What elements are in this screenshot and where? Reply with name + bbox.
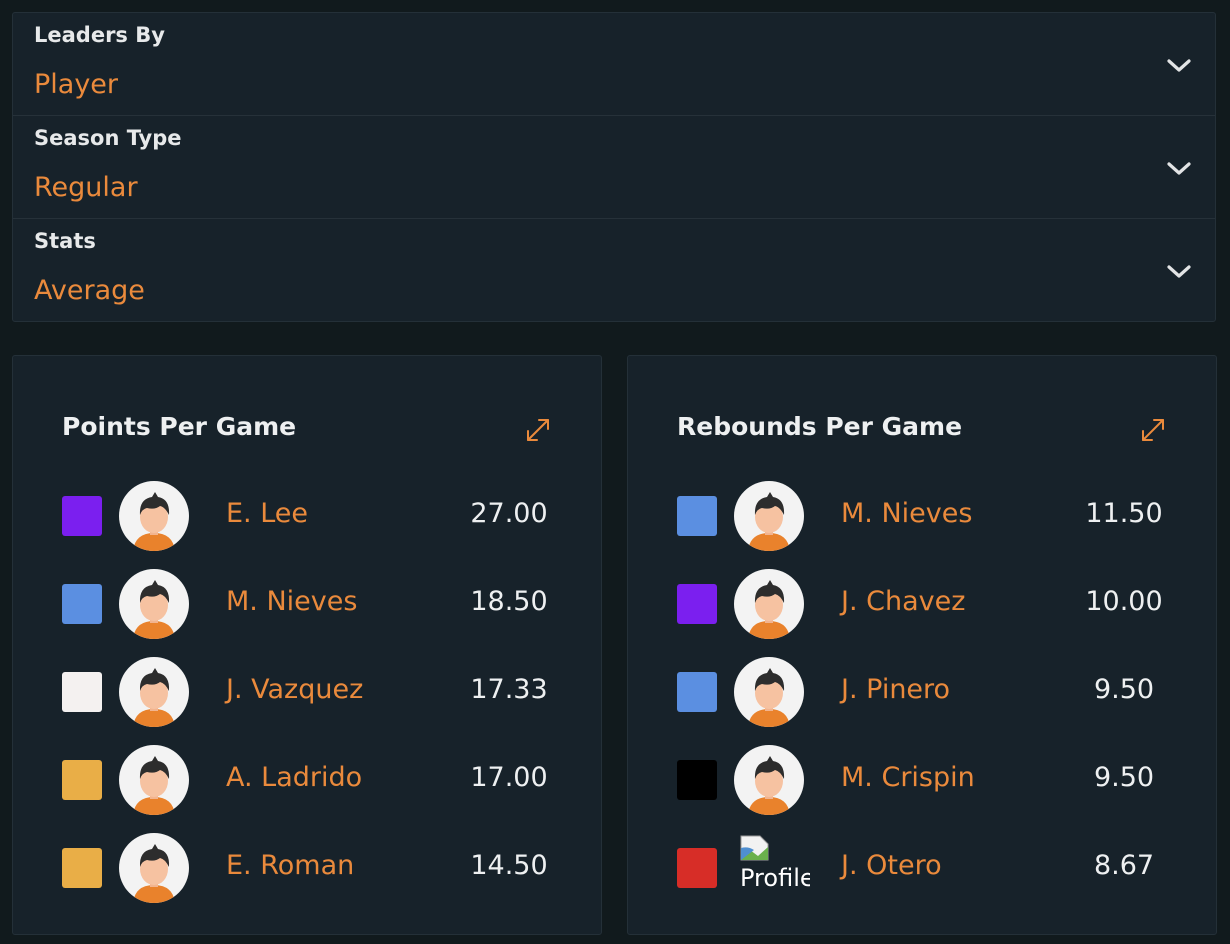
team-color-swatch	[62, 672, 102, 712]
leader-row[interactable]: M. Nieves 18.50	[13, 564, 601, 644]
default-avatar-icon	[734, 569, 804, 639]
team-color-swatch	[62, 848, 102, 888]
stats-select[interactable]: Stats Average	[13, 219, 1215, 322]
card-title: Rebounds Per Game	[677, 412, 963, 441]
stat-value: 9.50	[1093, 762, 1155, 793]
player-name[interactable]: E. Roman	[226, 850, 354, 881]
team-color-swatch	[677, 848, 717, 888]
leader-row[interactable]: J. Vazquez 17.33	[13, 652, 601, 732]
leader-row[interactable]: E. Roman 14.50	[13, 828, 601, 908]
player-name[interactable]: M. Nieves	[841, 498, 972, 529]
player-name[interactable]: M. Nieves	[226, 586, 357, 617]
stat-value: 18.50	[470, 586, 548, 617]
chevron-down-icon[interactable]	[1165, 156, 1193, 180]
default-avatar-icon	[734, 657, 804, 727]
stat-value: 14.50	[470, 850, 548, 881]
stat-value: 17.00	[470, 762, 548, 793]
leader-row[interactable]: J. Chavez 10.00	[628, 564, 1216, 644]
leader-row[interactable]: M. Nieves 11.50	[628, 476, 1216, 556]
team-color-swatch	[677, 584, 717, 624]
card-title: Points Per Game	[62, 412, 297, 441]
chevron-down-icon[interactable]	[1165, 53, 1193, 77]
leader-row[interactable]: Profile J. Otero 8.67	[628, 828, 1216, 908]
team-color-swatch	[62, 760, 102, 800]
stat-value: 9.50	[1093, 674, 1155, 705]
avatar-alt-text: Profile	[740, 864, 810, 892]
leader-row[interactable]: M. Crispin 9.50	[628, 740, 1216, 820]
default-avatar-icon	[734, 745, 804, 815]
default-avatar-icon	[119, 657, 189, 727]
filter-value: Average	[34, 275, 145, 306]
default-avatar-icon	[119, 569, 189, 639]
player-name[interactable]: E. Lee	[226, 498, 308, 529]
filter-label: Leaders By	[34, 23, 165, 47]
player-name[interactable]: J. Chavez	[841, 586, 965, 617]
stat-value: 10.00	[1085, 586, 1163, 617]
points-per-game-card: Points Per Game E. Lee 27.00 M. Nieves 1…	[12, 355, 602, 935]
expand-icon[interactable]	[524, 416, 552, 444]
team-color-swatch	[677, 672, 717, 712]
broken-image-icon: Profile	[738, 834, 810, 904]
expand-icon[interactable]	[1139, 416, 1167, 444]
team-color-swatch	[677, 760, 717, 800]
player-name[interactable]: J. Otero	[841, 850, 942, 881]
filters-panel: Leaders By Player Season Type Regular St…	[12, 12, 1216, 322]
player-name[interactable]: A. Ladrido	[226, 762, 362, 793]
leaders-by-select[interactable]: Leaders By Player	[13, 13, 1215, 116]
filter-label: Season Type	[34, 126, 182, 150]
default-avatar-icon	[119, 833, 189, 903]
rebounds-per-game-card: Rebounds Per Game M. Nieves 11.50 J. Cha…	[627, 355, 1217, 935]
filter-value: Regular	[34, 172, 138, 203]
filter-label: Stats	[34, 229, 96, 253]
stat-value: 17.33	[470, 674, 548, 705]
player-name[interactable]: M. Crispin	[841, 762, 975, 793]
player-name[interactable]: J. Pinero	[841, 674, 950, 705]
default-avatar-icon	[734, 481, 804, 551]
leader-row[interactable]: A. Ladrido 17.00	[13, 740, 601, 820]
default-avatar-icon	[119, 745, 189, 815]
chevron-down-icon[interactable]	[1165, 259, 1193, 283]
stat-value: 27.00	[470, 498, 548, 529]
player-name[interactable]: J. Vazquez	[226, 674, 363, 705]
stat-value: 11.50	[1085, 498, 1163, 529]
season-type-select[interactable]: Season Type Regular	[13, 116, 1215, 219]
default-avatar-icon	[119, 481, 189, 551]
team-color-swatch	[677, 496, 717, 536]
filter-value: Player	[34, 69, 119, 100]
leader-row[interactable]: J. Pinero 9.50	[628, 652, 1216, 732]
team-color-swatch	[62, 584, 102, 624]
stat-value: 8.67	[1093, 850, 1155, 881]
team-color-swatch	[62, 496, 102, 536]
leader-row[interactable]: E. Lee 27.00	[13, 476, 601, 556]
